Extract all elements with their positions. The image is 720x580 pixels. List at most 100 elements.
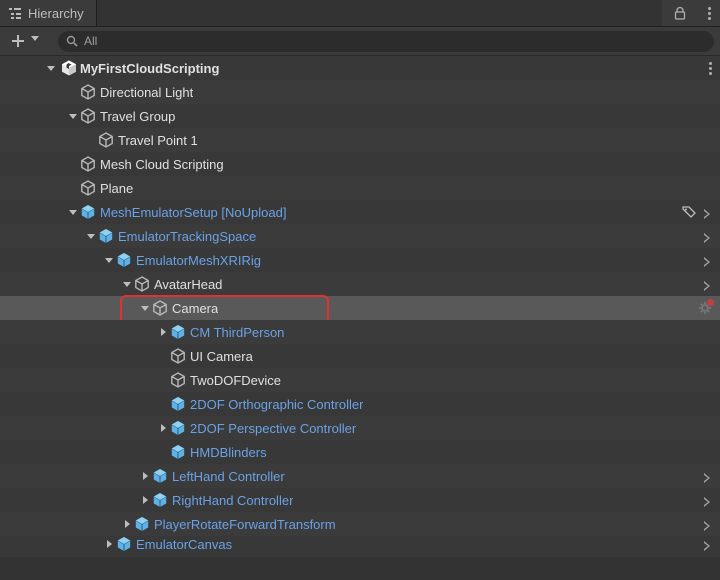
tree-row[interactable]: CM ThirdPerson (0, 320, 720, 344)
foldout-expanded-icon[interactable] (138, 301, 152, 315)
foldout-none (156, 349, 170, 363)
tree-row-label: AvatarHead (154, 277, 222, 292)
tree-row[interactable]: 2DOF Orthographic Controller (0, 392, 720, 416)
tree-row[interactable]: LeftHand Controller (0, 464, 720, 488)
tab-title: Hierarchy (28, 6, 84, 21)
tree-row-label: HMDBlinders (190, 445, 267, 460)
gameobject-cube-icon (80, 84, 96, 100)
tree-row[interactable]: MeshEmulatorSetup [NoUpload] (0, 200, 720, 224)
scene-root-row[interactable]: MyFirstCloudScripting (0, 56, 720, 80)
tree-row-label: LeftHand Controller (172, 469, 285, 484)
tree-row[interactable]: Plane (0, 176, 720, 200)
gameobject-cube-icon (134, 276, 150, 292)
tree-row-label: Camera (172, 301, 218, 316)
hierarchy-icon (8, 6, 22, 20)
foldout-expanded-icon[interactable] (120, 277, 134, 291)
foldout-none (156, 373, 170, 387)
foldout-none (66, 157, 80, 171)
prefab-cube-icon (152, 492, 168, 508)
kebab-icon (708, 7, 711, 20)
tree-row[interactable]: EmulatorMeshXRIRig (0, 248, 720, 272)
tree-row-label: CM ThirdPerson (190, 325, 284, 340)
tree-row[interactable]: Camera (0, 296, 720, 320)
foldout-collapsed-icon[interactable] (138, 493, 152, 507)
foldout-collapsed-icon[interactable] (156, 421, 170, 435)
tree-row-label: 2DOF Orthographic Controller (190, 397, 363, 412)
tree-row-label: Directional Light (100, 85, 193, 100)
tree-row[interactable]: Travel Group (0, 104, 720, 128)
tree-row[interactable]: EmulatorTrackingSpace (0, 224, 720, 248)
lock-button[interactable] (662, 0, 698, 26)
prefab-cube-icon (170, 324, 186, 340)
tree-row[interactable]: PlayerRotateForwardTransform (0, 512, 720, 536)
tree-row[interactable]: HMDBlinders (0, 440, 720, 464)
foldout-collapsed-icon[interactable] (102, 537, 116, 551)
open-prefab-icon[interactable] (702, 255, 712, 265)
tree-row-label: 2DOF Perspective Controller (190, 421, 356, 436)
open-prefab-icon[interactable] (702, 279, 712, 289)
foldout-none (66, 85, 80, 99)
foldout-expanded-icon[interactable] (66, 205, 80, 219)
open-prefab-icon[interactable] (702, 231, 712, 241)
prefab-cube-icon (170, 444, 186, 460)
foldout-none (84, 133, 98, 147)
tree-row-label: Travel Group (100, 109, 175, 124)
search-field[interactable]: All (58, 31, 714, 52)
tree-row[interactable]: Directional Light (0, 80, 720, 104)
prefab-cube-icon (116, 536, 132, 552)
foldout-none (156, 397, 170, 411)
gameobject-cube-icon (80, 180, 96, 196)
open-prefab-icon[interactable] (702, 471, 712, 481)
tree-row-label: UI Camera (190, 349, 253, 364)
foldout-collapsed-icon[interactable] (120, 517, 134, 531)
scene-menu-button[interactable] (709, 62, 712, 75)
prefab-cube-icon (98, 228, 114, 244)
tab-hierarchy[interactable]: Hierarchy (0, 0, 97, 26)
tree-row[interactable]: TwoDOFDevice (0, 368, 720, 392)
create-button[interactable] (6, 31, 50, 51)
unity-scene-icon (58, 60, 80, 76)
open-prefab-icon[interactable] (702, 519, 712, 529)
tree-row[interactable]: RightHand Controller (0, 488, 720, 512)
foldout-collapsed-icon[interactable] (138, 469, 152, 483)
tree-row[interactable]: Mesh Cloud Scripting (0, 152, 720, 176)
panel-menu-button[interactable] (698, 0, 720, 26)
scene-root-label: MyFirstCloudScripting (80, 61, 219, 76)
tree-row-label: PlayerRotateForwardTransform (154, 517, 336, 532)
statusbar (0, 557, 720, 580)
settings-warning-icon[interactable] (698, 301, 712, 315)
gameobject-cube-icon (80, 156, 96, 172)
tree-row[interactable]: UI Camera (0, 344, 720, 368)
tree-row-label: Travel Point 1 (118, 133, 198, 148)
prefab-cube-icon (80, 204, 96, 220)
titlebar: Hierarchy (0, 0, 720, 27)
tree-row[interactable]: Travel Point 1 (0, 128, 720, 152)
gameobject-cube-icon (152, 300, 168, 316)
hierarchy-tree[interactable]: MyFirstCloudScripting Directional Light Tr… (0, 56, 720, 557)
foldout-collapsed-icon[interactable] (156, 325, 170, 339)
tree-row[interactable]: AvatarHead (0, 272, 720, 296)
foldout-expanded-icon[interactable] (84, 229, 98, 243)
prefab-cube-icon (170, 420, 186, 436)
gameobject-cube-icon (170, 372, 186, 388)
search-icon (66, 35, 78, 47)
tree-row-label: EmulatorCanvas (136, 537, 232, 552)
gameobject-cube-icon (98, 132, 114, 148)
tree-row-label: Mesh Cloud Scripting (100, 157, 224, 172)
open-prefab-icon[interactable] (702, 539, 712, 549)
gameobject-cube-icon (80, 108, 96, 124)
foldout-none (156, 445, 170, 459)
lock-icon (673, 6, 687, 20)
open-prefab-icon[interactable] (702, 495, 712, 505)
foldout-expanded-icon[interactable] (44, 61, 58, 75)
tag-icon (682, 204, 696, 221)
tree-row[interactable]: 2DOF Perspective Controller (0, 416, 720, 440)
titlebar-spacer (97, 0, 662, 26)
tree-row[interactable]: EmulatorCanvas (0, 536, 720, 552)
foldout-expanded-icon[interactable] (66, 109, 80, 123)
search-placeholder: All (84, 34, 97, 48)
open-prefab-icon[interactable] (702, 207, 712, 217)
foldout-expanded-icon[interactable] (102, 253, 116, 267)
tree-row-label: EmulatorMeshXRIRig (136, 253, 261, 268)
tree-row-label: MeshEmulatorSetup [NoUpload] (100, 205, 286, 220)
